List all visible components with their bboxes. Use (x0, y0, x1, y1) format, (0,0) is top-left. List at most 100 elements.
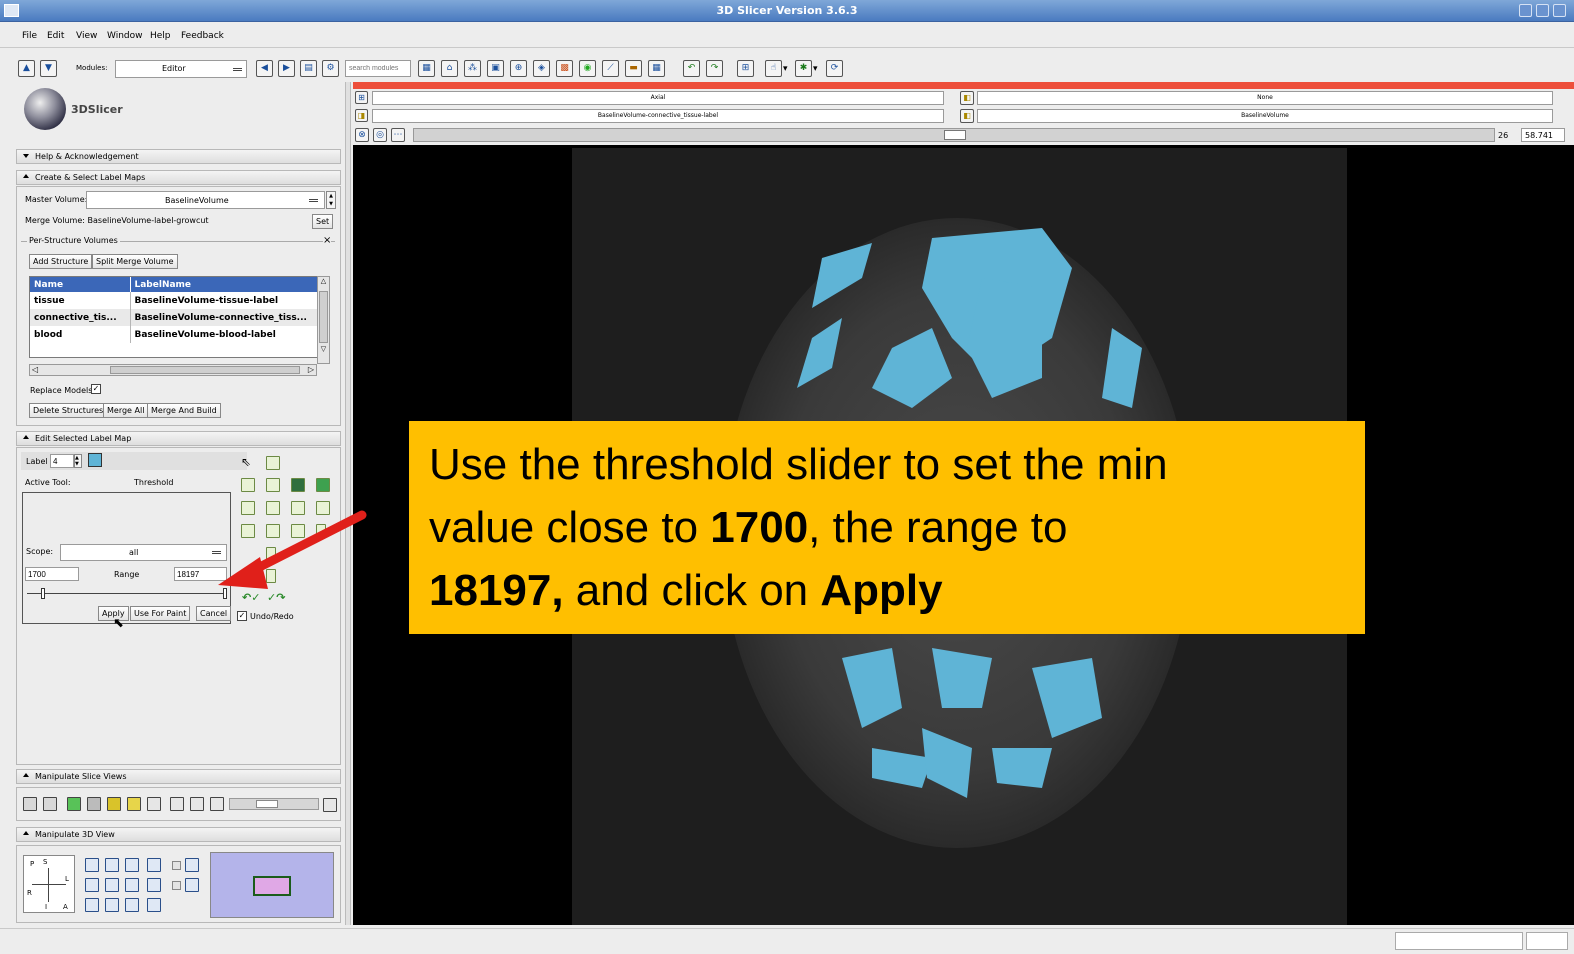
zoom-box-icon[interactable] (105, 858, 119, 872)
crosshair-icon[interactable] (147, 797, 161, 811)
close-icon[interactable] (1553, 4, 1566, 17)
editor-icon[interactable]: ▩ (556, 60, 573, 77)
menu-window[interactable]: Window (107, 31, 143, 41)
module-settings-icon[interactable]: ⚙ (322, 60, 339, 77)
panel-splitter[interactable] (345, 82, 351, 925)
undo-redo-checkbox[interactable]: ✓ (237, 611, 247, 621)
minimize-icon[interactable] (1519, 4, 1532, 17)
lightbox-icon[interactable] (190, 797, 204, 811)
chevron-up-icon[interactable]: △ (318, 277, 329, 289)
table-row[interactable]: connective_tis... BaselineVolume-connect… (30, 309, 328, 326)
slice-offset-readout[interactable]: 58.741 (1521, 128, 1565, 142)
rock-toggle-icon[interactable] (185, 878, 199, 892)
navigation-viewport-box[interactable] (253, 876, 291, 896)
annotations-icon[interactable] (87, 797, 101, 811)
slider-handle[interactable] (256, 800, 278, 808)
master-volume-selector[interactable]: BaselineVolume (86, 191, 325, 209)
mouse-mode-icon[interactable]: ☝ (765, 60, 782, 77)
replace-models-checkbox[interactable]: ✓ (91, 384, 101, 394)
search-modules-input[interactable] (345, 60, 411, 77)
label-spinner[interactable]: ▲ ▼ (74, 454, 82, 468)
table-row[interactable]: tissue BaselineVolume-tissue-label (30, 292, 328, 309)
table-vertical-scrollbar[interactable]: △ ▽ (317, 276, 330, 364)
maximize-icon[interactable] (1536, 4, 1549, 17)
threshold-min-input[interactable] (25, 567, 79, 581)
slice-compare-icon[interactable] (107, 797, 121, 811)
menu-help[interactable]: Help (150, 31, 171, 41)
volumes-icon[interactable]: ▣ (487, 60, 504, 77)
table-row[interactable]: blood BaselineVolume-blood-label (30, 326, 328, 343)
box-icon[interactable] (105, 878, 119, 892)
slice-green-icon[interactable] (67, 797, 81, 811)
bg-volume-icon[interactable]: ◧ (960, 109, 974, 123)
screenshot-icon[interactable]: ⊞ (737, 60, 754, 77)
module-history-forward-icon[interactable]: ▶ (278, 60, 295, 77)
link-views-icon[interactable]: ⊗ (355, 128, 369, 142)
merge-and-build-button[interactable]: Merge And Build (147, 403, 221, 418)
window-menu-icon[interactable] (4, 4, 19, 17)
chevron-down-icon[interactable]: ▾ (783, 64, 788, 74)
orientation-selector[interactable]: Axial (372, 91, 944, 105)
navigation-thumbnail[interactable] (210, 852, 334, 918)
cancel-button[interactable]: Cancel (196, 606, 232, 621)
slice-visibility-icon[interactable]: ◎ (373, 128, 387, 142)
redo-icon[interactable]: ↷ (706, 60, 723, 77)
module-list-icon[interactable]: ▤ (300, 60, 317, 77)
spin-checkbox[interactable] (172, 861, 181, 870)
label-value-input[interactable] (50, 454, 74, 468)
eraser-tool-icon[interactable] (266, 456, 280, 470)
section-edit-label-map[interactable]: Edit Selected Label Map (16, 431, 341, 446)
scope-selector[interactable]: all (60, 544, 227, 561)
grid-icon[interactable] (170, 797, 184, 811)
chevron-right-icon[interactable]: ▷ (308, 365, 314, 374)
module-history-back-icon[interactable]: ◀ (256, 60, 273, 77)
structures-table[interactable]: Name LabelName tissue BaselineVolume-tis… (29, 276, 329, 358)
threshold-range-slider[interactable] (27, 588, 227, 600)
label-color-swatch[interactable] (88, 453, 102, 467)
look-from-icon[interactable] (105, 898, 119, 912)
pan-icon[interactable] (85, 898, 99, 912)
slice-yellow-icon[interactable] (127, 797, 141, 811)
section-manipulate-3d-view[interactable]: Manipulate 3D View (16, 827, 341, 842)
place-fiducial-icon[interactable]: ✱ (795, 60, 812, 77)
menu-feedback[interactable]: Feedback (181, 31, 224, 41)
set-button[interactable]: Set (312, 214, 334, 229)
zoom-out-icon[interactable] (147, 878, 161, 892)
home-icon[interactable]: ⌂ (441, 60, 458, 77)
rotate-icon[interactable] (85, 858, 99, 872)
column-header-labelname[interactable]: LabelName (130, 277, 328, 292)
zoom-in-icon[interactable] (147, 858, 161, 872)
close-icon[interactable]: × (323, 235, 332, 246)
label-volume-icon[interactable]: ◨ (355, 109, 368, 122)
use-for-paint-button[interactable]: Use For Paint (130, 606, 191, 621)
chevron-down-icon[interactable]: ▾ (813, 64, 818, 74)
undo-icon[interactable]: ↶ (683, 60, 700, 77)
merge-all-button[interactable]: Merge All (103, 403, 149, 418)
stereo-icon[interactable] (125, 898, 139, 912)
menu-edit[interactable]: Edit (47, 31, 64, 41)
add-structure-button[interactable]: Add Structure (29, 254, 93, 269)
spin-toggle-icon[interactable] (185, 858, 199, 872)
chevron-left-icon[interactable]: ◁ (32, 365, 38, 374)
draw-tool-icon[interactable] (266, 478, 280, 492)
models-icon[interactable]: ⊕ (510, 60, 527, 77)
delete-structures-button[interactable]: Delete Structures (29, 403, 108, 418)
snapshot-icon[interactable] (125, 878, 139, 892)
table-horizontal-scrollbar[interactable]: ◁ ▷ (29, 364, 317, 376)
more-options-icon[interactable]: ⋯ (391, 128, 405, 142)
image-erase-tool-icon[interactable] (316, 478, 330, 492)
fg-volume-icon[interactable]: ◧ (960, 91, 974, 105)
background-volume-selector[interactable]: BaselineVolume (977, 109, 1553, 123)
slice-offset-slider[interactable] (413, 128, 1495, 142)
default-tool-icon[interactable]: ⇖ (241, 455, 251, 469)
menu-file[interactable]: File (22, 31, 37, 41)
fov-icon[interactable] (210, 797, 224, 811)
section-help[interactable]: Help & Acknowledgement (16, 149, 341, 164)
chevron-down-icon[interactable]: ▽ (318, 345, 329, 357)
rock-checkbox[interactable] (172, 881, 181, 890)
level-tracing-tool-icon[interactable] (291, 478, 305, 492)
fit-slices-icon[interactable] (23, 797, 37, 811)
opacity-slider[interactable] (229, 798, 319, 810)
menu-view[interactable]: View (76, 31, 97, 41)
save-scene-icon[interactable]: ▼ (40, 60, 57, 77)
